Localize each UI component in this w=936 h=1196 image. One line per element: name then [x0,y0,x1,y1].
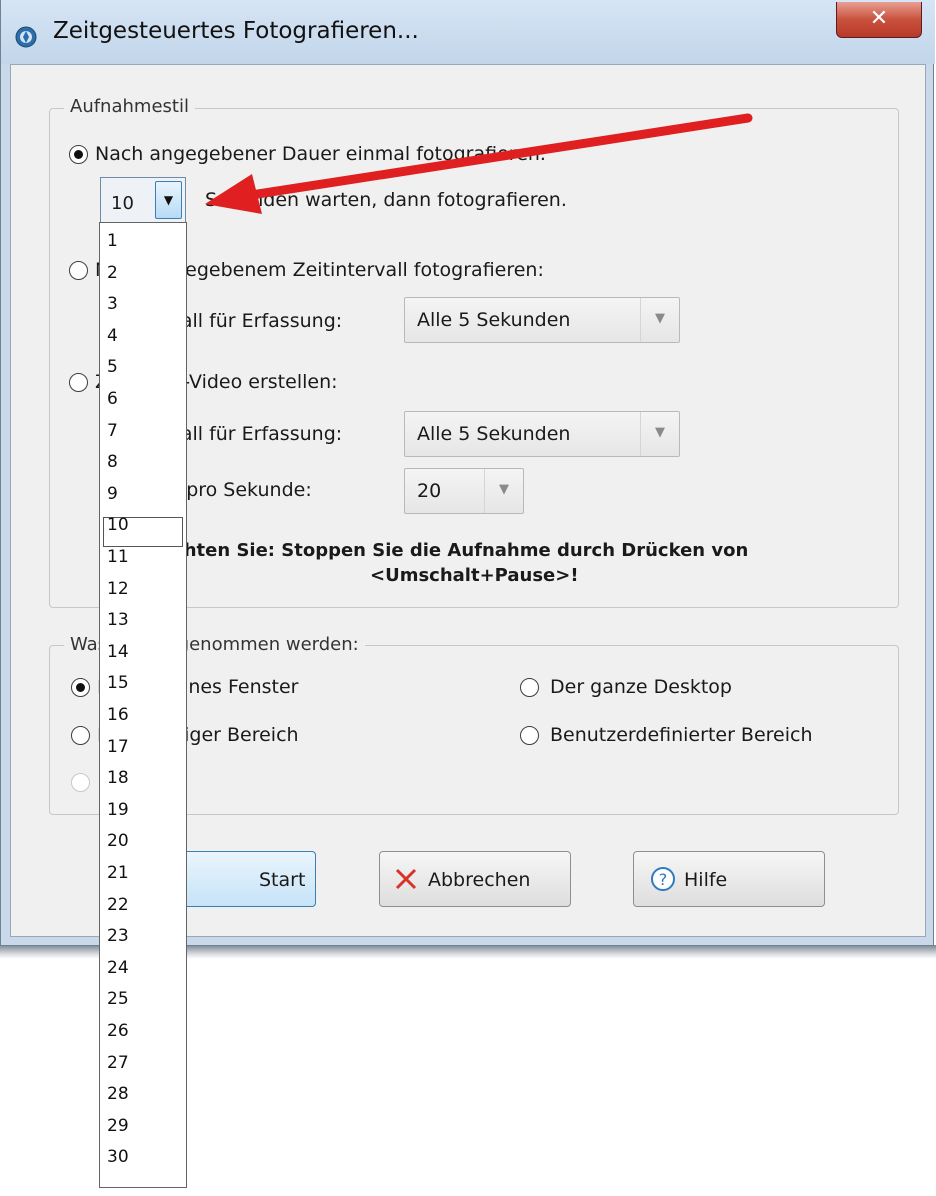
radio-interval[interactable] [69,261,88,280]
radio-single-window[interactable] [71,678,90,697]
start-button-label: Start [259,869,306,891]
dropdown-item[interactable]: 13 [107,610,129,630]
dropdown-item[interactable]: 7 [107,421,118,441]
chevron-down-icon[interactable]: ▼ [155,181,182,219]
x-icon [395,868,417,890]
radio-single-shot-label: Nach angegebener Dauer einmal fotografie… [95,143,546,165]
stop-hint-line1: Beachten Sie: Stoppen Sie die Aufnahme d… [135,540,749,561]
seconds-select-value: 10 [111,193,134,214]
radio-whole-desktop-label: Der ganze Desktop [550,676,732,698]
interval-select-2-value: Alle 5 Sekunden [417,423,571,445]
radio-whole-desktop[interactable] [520,678,539,697]
dropdown-item[interactable]: 17 [107,737,129,757]
dropdown-item[interactable]: 27 [107,1053,129,1073]
help-button[interactable]: ? Hilfe [633,851,825,907]
dropdown-item[interactable]: 8 [107,452,118,472]
help-button-label: Hilfe [684,869,728,891]
fps-select[interactable]: 20 ▼ [404,468,524,514]
dropdown-item[interactable]: 23 [107,926,129,946]
radio-timelapse[interactable] [69,373,88,392]
dropdown-item[interactable]: 3 [107,294,118,314]
radio-custom-area[interactable] [520,726,539,745]
chevron-down-icon: ▼ [640,412,679,456]
dropdown-item[interactable]: 21 [107,863,129,883]
dropdown-item[interactable]: 15 [107,673,129,693]
radio-single-shot[interactable] [69,145,88,164]
title-bar[interactable]: Zeitgesteuertes Fotografieren... ✕ [1,0,935,64]
radio-disabled-option [71,773,90,792]
close-icon: ✕ [869,6,889,31]
dropdown-item[interactable]: 1 [107,231,118,251]
dropdown-item[interactable]: 28 [107,1084,129,1104]
dropdown-item[interactable]: 6 [107,389,118,409]
dropdown-item[interactable]: 16 [107,705,129,725]
close-button[interactable]: ✕ [836,2,922,38]
radio-custom-area-label: Benutzerdefinierter Bereich [550,724,813,746]
chevron-down-icon: ▼ [640,298,679,342]
dropdown-item[interactable]: 10 [107,515,129,535]
dropdown-item[interactable]: 9 [107,484,118,504]
camera-shutter-icon [15,26,37,48]
seconds-dropdown-list[interactable]: 1 2 3 4 5 6 7 8 9 10 11 12 13 14 15 16 17 18 19 20 21 22 23 24 2… [99,222,187,1188]
dropdown-item[interactable]: 4 [107,326,118,346]
dropdown-item[interactable]: 18 [107,768,129,788]
dropdown-item[interactable]: 20 [107,831,129,851]
dropdown-item[interactable]: 29 [107,1116,129,1136]
dropdown-item[interactable]: 22 [107,895,129,915]
interval-select-2[interactable]: Alle 5 Sekunden ▼ [404,411,680,457]
cancel-button-label: Abbrechen [428,869,531,891]
dropdown-item[interactable]: 25 [107,989,129,1009]
seconds-select[interactable]: 10 ▼ [100,177,186,223]
seconds-suffix-label: Sekunden warten, dann fotografieren. [205,189,567,211]
chevron-down-icon: ▼ [484,469,523,513]
svg-text:?: ? [659,870,668,889]
capture-style-legend: Aufnahmestil [64,96,195,117]
cancel-button[interactable]: Abbrechen [379,851,571,907]
dropdown-item[interactable]: 2 [107,263,118,283]
dropdown-item[interactable]: 5 [107,357,118,377]
fps-select-value: 20 [417,480,442,502]
question-icon: ? [651,867,675,891]
dropdown-item[interactable]: 19 [107,800,129,820]
interval-select-1-value: Alle 5 Sekunden [417,309,571,331]
dropdown-item[interactable]: 26 [107,1021,129,1041]
dropdown-item[interactable]: 11 [107,547,129,567]
interval-select-1[interactable]: Alle 5 Sekunden ▼ [404,297,680,343]
dropdown-item[interactable]: 12 [107,579,129,599]
radio-rectangle[interactable] [71,726,90,745]
stop-hint-line2: <Umschalt+Pause>! [370,565,579,586]
dropdown-item[interactable]: 24 [107,958,129,978]
window-title: Zeitgesteuertes Fotografieren... [53,18,419,44]
dropdown-item[interactable]: 14 [107,642,129,662]
dropdown-item[interactable]: 30 [107,1147,129,1167]
